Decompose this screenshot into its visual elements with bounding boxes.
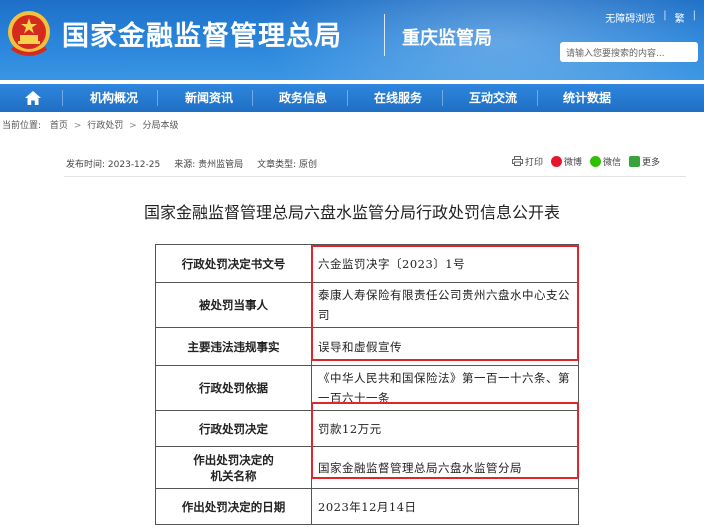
title-divider [384, 14, 385, 56]
article-source: 来源: 贵州监管局 [174, 160, 244, 170]
home-icon[interactable] [24, 89, 42, 107]
nav-item-news[interactable]: 新闻资讯 [185, 84, 233, 112]
publish-time: 发布时间: 2023-12-25 [66, 160, 161, 170]
share-bar: 打印 微博 微信 更多 [512, 155, 660, 168]
nav-item-interaction[interactable]: 互动交流 [469, 84, 517, 112]
main-nav: 机构概况 新闻资讯 政务信息 在线服务 互动交流 统计数据 [0, 84, 704, 112]
branch-name[interactable]: 重庆监管局 [402, 24, 492, 50]
wechat-icon [590, 156, 602, 167]
article-title: 国家金融监督管理总局六盘水监管分局行政处罚信息公开表 [143, 203, 560, 222]
nav-item-government[interactable]: 政务信息 [279, 84, 327, 112]
search-input[interactable]: 请输入您要搜索的内容... [560, 42, 698, 62]
print-button[interactable]: 打印 [512, 155, 543, 168]
highlight-box-top [311, 245, 579, 361]
more-share-button[interactable]: 更多 [629, 155, 660, 168]
breadcrumb-home[interactable]: 首页 [50, 121, 68, 131]
breadcrumb-prefix: 当前位置: [2, 121, 42, 131]
row-label-decision-number: 行政处罚决定书文号 [155, 244, 312, 283]
row-label-legal-basis: 行政处罚依据 [155, 365, 312, 411]
weibo-share-button[interactable]: 微博 [551, 155, 582, 168]
highlight-box-bottom [311, 402, 579, 479]
row-label-violation-facts: 主要违法违规事实 [155, 327, 312, 366]
nav-item-about[interactable]: 机构概况 [90, 84, 138, 112]
plus-icon [629, 156, 641, 167]
breadcrumb-branch[interactable]: 分局本级 [143, 121, 179, 131]
table-row: 作出处罚决定的日期 2023年12月14日 [155, 488, 579, 525]
breadcrumb-penalty[interactable]: 行政处罚 [87, 121, 123, 131]
article-type: 文章类型: 原创 [257, 160, 318, 170]
row-value-decision-date: 2023年12月14日 [311, 488, 579, 525]
site-header: 国家金融监督管理总局 重庆监管局 无障碍浏览 | 繁 | 请输入您要搜索的内容.… [0, 0, 704, 80]
accessibility-link[interactable]: 无障碍浏览 [605, 10, 655, 25]
top-links: 无障碍浏览 | 繁 | [605, 10, 696, 25]
nav-item-online-service[interactable]: 在线服务 [374, 84, 422, 112]
article-meta: 发布时间: 2023-12-25 来源: 贵州监管局 文章类型: 原创 [66, 157, 317, 170]
nav-item-statistics[interactable]: 统计数据 [563, 84, 611, 112]
traditional-chinese-link[interactable]: 繁 [675, 10, 685, 25]
breadcrumb: 当前位置: 首页 > 行政处罚 > 分局本级 [2, 121, 179, 131]
meta-divider [64, 176, 686, 177]
row-label-party: 被处罚当事人 [155, 282, 312, 328]
wechat-share-button[interactable]: 微信 [590, 155, 621, 168]
site-title[interactable]: 国家金融监督管理总局 [62, 14, 342, 53]
national-emblem-icon [8, 11, 50, 56]
weibo-icon [551, 156, 563, 167]
printer-icon [512, 156, 523, 166]
row-label-penalty-decision: 行政处罚决定 [155, 410, 312, 447]
row-label-decision-date: 作出处罚决定的日期 [155, 488, 312, 525]
row-label-authority: 作出处罚决定的 机关名称 [155, 446, 312, 489]
